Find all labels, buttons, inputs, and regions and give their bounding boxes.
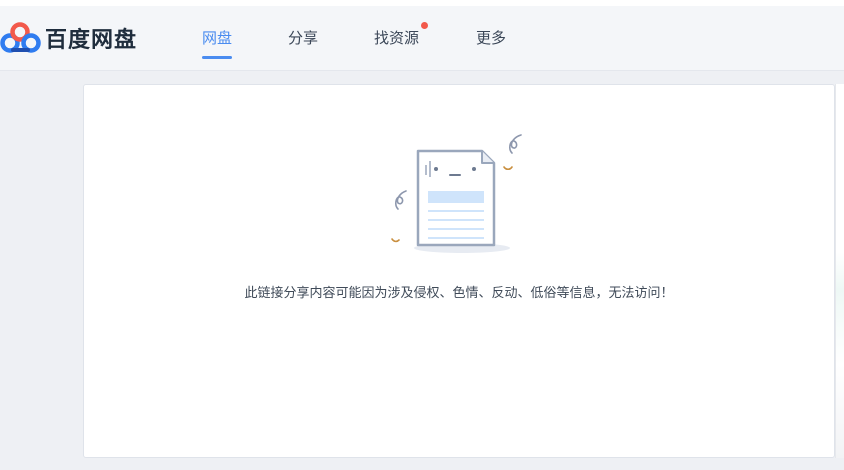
logo[interactable]: 百度网盘 (0, 20, 137, 56)
access-denied-message: 此链接分享内容可能因为涉及侵权、色情、反动、低俗等信息，无法访问！ (244, 286, 674, 301)
tab-more[interactable]: 更多 (476, 27, 506, 48)
tab-share[interactable]: 分享 (288, 27, 318, 48)
active-tab-indicator (202, 56, 233, 59)
right-side-panel-edge (835, 84, 844, 458)
tab-netdisk[interactable]: 网盘 (202, 27, 233, 59)
baidu-netdisk-cloud-icon (0, 22, 41, 53)
tab-label: 网盘 (202, 29, 233, 47)
app-name: 百度网盘 (45, 28, 138, 53)
top-edge (0, 0, 844, 6)
notification-dot (421, 22, 429, 29)
content-card: 此链接分享内容可能因为涉及侵权、色情、反动、低俗等信息，无法访问！ (83, 84, 835, 458)
tab-label: 更多 (476, 29, 507, 47)
tab-find-resources[interactable]: 找资源 (374, 22, 429, 48)
tab-label: 分享 (288, 29, 319, 47)
blocked-document-icon (391, 134, 522, 253)
tab-label: 找资源 (374, 29, 420, 47)
top-bar: 百度网盘 网盘 分享 找资源 更多 (0, 0, 844, 71)
